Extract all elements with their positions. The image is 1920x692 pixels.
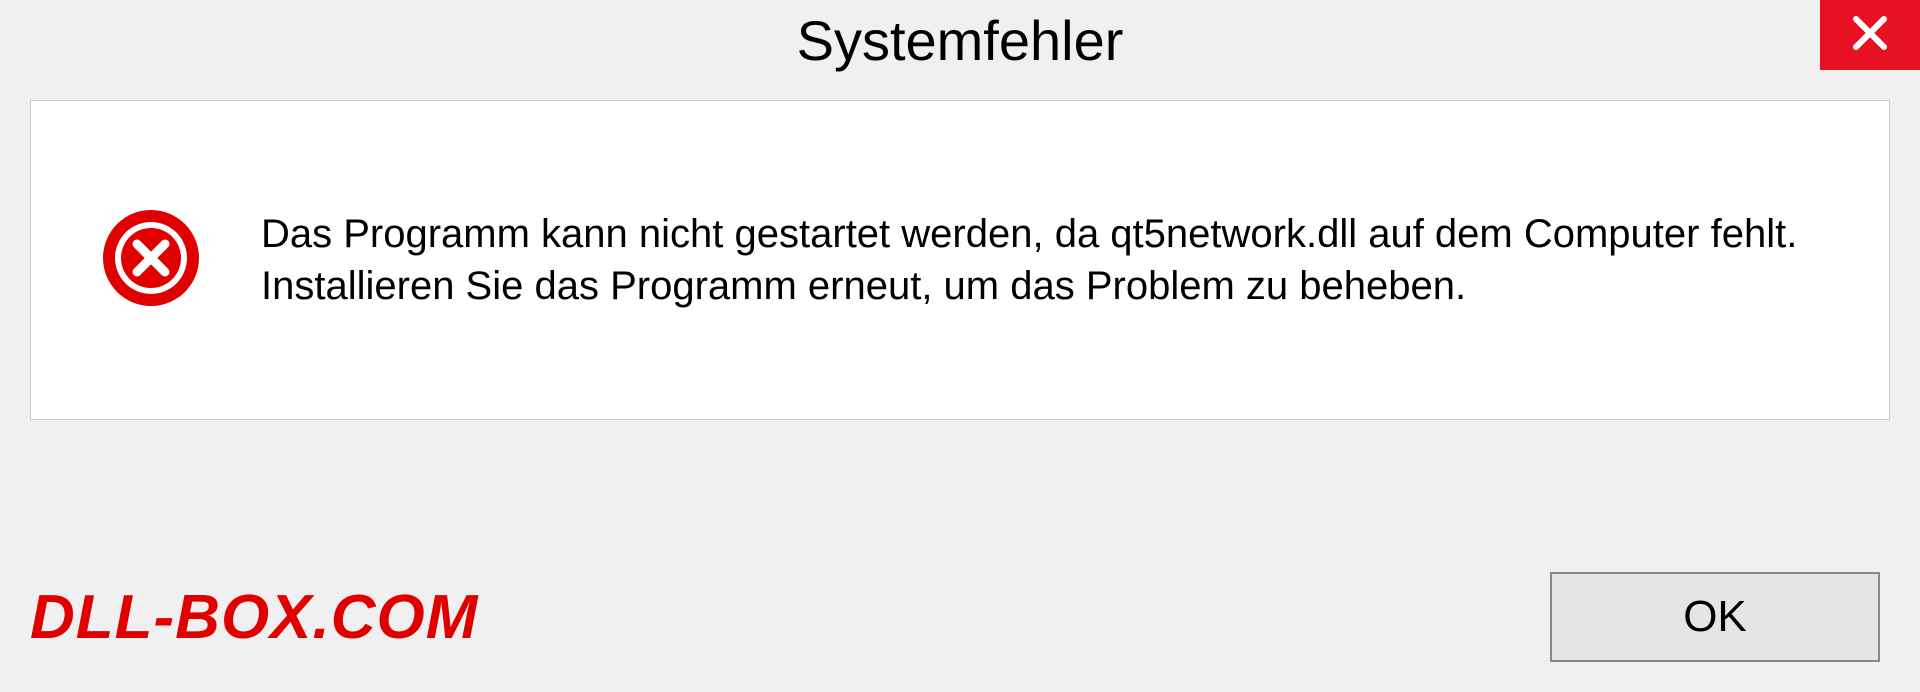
error-dialog: Systemfehler Das Programm kann nicht ges… bbox=[0, 0, 1920, 692]
content-area: Das Programm kann nicht gestartet werden… bbox=[30, 100, 1890, 420]
error-icon bbox=[101, 208, 201, 313]
close-button[interactable] bbox=[1820, 0, 1920, 70]
close-icon bbox=[1850, 13, 1890, 58]
watermark-text: DLL-BOX.COM bbox=[30, 582, 478, 653]
error-message: Das Programm kann nicht gestartet werden… bbox=[261, 208, 1839, 312]
ok-button[interactable]: OK bbox=[1550, 572, 1880, 662]
title-bar: Systemfehler bbox=[0, 0, 1920, 90]
dialog-title: Systemfehler bbox=[797, 8, 1124, 73]
dialog-footer: DLL-BOX.COM OK bbox=[0, 542, 1920, 692]
